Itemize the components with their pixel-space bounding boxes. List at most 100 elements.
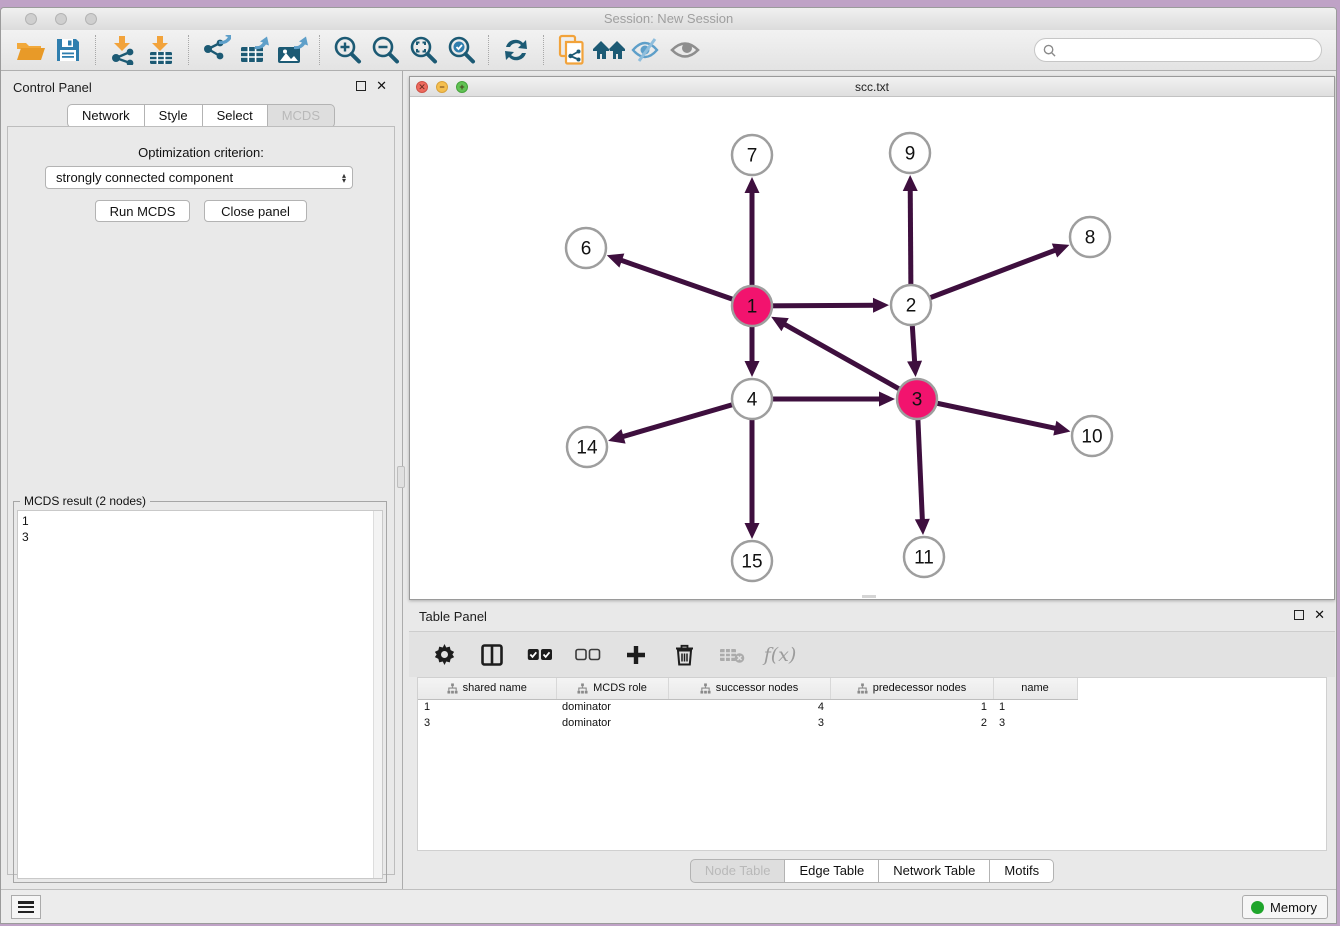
node-11[interactable]: 11 xyxy=(904,537,944,577)
import-table-icon[interactable] xyxy=(142,34,180,66)
edge-3-1[interactable] xyxy=(771,317,917,399)
window-title: Session: New Session xyxy=(1,11,1336,26)
column-header-successor-nodes[interactable]: successor nodes xyxy=(668,678,830,699)
column-header-MCDS-role[interactable]: MCDS role xyxy=(556,678,668,699)
float-panel-icon[interactable] xyxy=(356,81,366,91)
cell-successor-nodes[interactable]: 4 xyxy=(668,699,830,715)
show-all-icon[interactable] xyxy=(666,34,704,66)
window-titlebar: Session: New Session xyxy=(1,8,1336,30)
cell-name[interactable]: 3 xyxy=(993,715,1077,731)
cell-name[interactable]: 1 xyxy=(993,699,1077,715)
edge-4-14[interactable] xyxy=(608,399,752,444)
mcds-result-list[interactable]: 1 3 xyxy=(17,510,383,879)
node-table[interactable]: shared nameMCDS rolesuccessor nodesprede… xyxy=(417,677,1327,851)
select-all-rows-icon[interactable] xyxy=(527,642,553,668)
svg-text:4: 4 xyxy=(747,390,758,411)
column-header-predecessor-nodes[interactable]: predecessor nodes xyxy=(830,678,993,699)
refresh-layout-icon[interactable] xyxy=(497,34,535,66)
node-9[interactable]: 9 xyxy=(890,133,930,173)
delete-column-icon[interactable] xyxy=(671,642,697,668)
edge-2-8[interactable] xyxy=(911,243,1069,305)
result-scrollbar[interactable] xyxy=(373,511,382,878)
close-panel-icon[interactable]: ✕ xyxy=(376,81,387,91)
table-row[interactable]: 1dominator411 xyxy=(418,699,1077,715)
tab-network-table[interactable]: Network Table xyxy=(879,859,990,883)
node-6[interactable]: 6 xyxy=(566,228,606,268)
node-1[interactable]: 1 xyxy=(732,286,772,326)
search-box[interactable] xyxy=(1034,38,1322,62)
zoom-fit-icon[interactable] xyxy=(404,34,442,66)
tab-style[interactable]: Style xyxy=(145,104,203,128)
cell-MCDS-role[interactable]: dominator xyxy=(556,699,668,715)
canvas-resize-handle[interactable] xyxy=(862,595,876,598)
hide-selected-icon[interactable] xyxy=(628,34,666,66)
control-panel-title: Control Panel xyxy=(13,80,92,95)
zoom-selected-icon[interactable] xyxy=(442,34,480,66)
cell-shared-name[interactable]: 3 xyxy=(418,715,556,731)
network-window-titlebar[interactable]: ✕ − + scc.txt xyxy=(410,77,1334,97)
tab-edge-table[interactable]: Edge Table xyxy=(785,859,879,883)
import-network-icon[interactable] xyxy=(104,34,142,66)
search-input[interactable] xyxy=(1060,43,1321,57)
cell-MCDS-role[interactable]: dominator xyxy=(556,715,668,731)
tab-motifs[interactable]: Motifs xyxy=(990,859,1054,883)
node-2[interactable]: 2 xyxy=(891,285,931,325)
column-chooser-icon[interactable] xyxy=(479,642,505,668)
close-panel-button[interactable]: Close panel xyxy=(204,200,307,222)
save-icon[interactable] xyxy=(49,34,87,66)
cell-predecessor-nodes[interactable]: 1 xyxy=(830,699,993,715)
table-row[interactable]: 3dominator323 xyxy=(418,715,1077,731)
tab-mcds[interactable]: MCDS xyxy=(268,104,335,128)
first-neighbors-icon[interactable] xyxy=(590,34,628,66)
memory-label: Memory xyxy=(1270,900,1317,915)
settings-gear-icon[interactable] xyxy=(431,642,457,668)
node-4[interactable]: 4 xyxy=(732,379,772,419)
export-table-icon[interactable] xyxy=(235,34,273,66)
svg-text:7: 7 xyxy=(747,146,758,167)
memory-button[interactable]: Memory xyxy=(1242,895,1328,919)
edge-3-10[interactable] xyxy=(917,399,1070,435)
float-table-panel-icon[interactable] xyxy=(1294,610,1304,620)
node-14[interactable]: 14 xyxy=(567,427,607,467)
cell-successor-nodes[interactable]: 3 xyxy=(668,715,830,731)
task-history-button[interactable] xyxy=(11,895,41,919)
cell-shared-name[interactable]: 1 xyxy=(418,699,556,715)
apply-function-icon[interactable]: f(x) xyxy=(767,642,793,668)
node-15[interactable]: 15 xyxy=(732,541,772,581)
edge-4-3[interactable] xyxy=(752,392,895,407)
add-column-icon[interactable] xyxy=(623,642,649,668)
close-table-panel-icon[interactable]: ✕ xyxy=(1314,610,1325,620)
export-network-icon[interactable] xyxy=(197,34,235,66)
table-panel-tabs: Node TableEdge TableNetwork TableMotifs xyxy=(409,859,1335,883)
node-8[interactable]: 8 xyxy=(1070,217,1110,257)
network-canvas[interactable]: 7 9 6 8 1 2 4 3 14 10 15 11 xyxy=(410,97,1334,599)
network-view-window: ✕ − + scc.txt 7 9 6 8 1 2 4 3 14 10 15 11 xyxy=(409,76,1335,600)
run-mcds-button[interactable]: Run MCDS xyxy=(95,200,190,222)
export-image-icon[interactable] xyxy=(273,34,311,66)
node-10[interactable]: 10 xyxy=(1072,416,1112,456)
optimization-label: Optimization criterion: xyxy=(1,145,401,160)
mcds-result-title: MCDS result (2 nodes) xyxy=(20,494,150,508)
search-icon xyxy=(1043,44,1056,57)
svg-text:11: 11 xyxy=(914,548,934,569)
node-7[interactable]: 7 xyxy=(732,135,772,175)
flow-icon xyxy=(447,683,458,694)
panel-splitter[interactable] xyxy=(402,71,403,889)
deselect-all-rows-icon[interactable] xyxy=(575,642,601,668)
criterion-dropdown[interactable]: strongly connected component ▴▾ xyxy=(45,166,353,189)
cell-predecessor-nodes[interactable]: 2 xyxy=(830,715,993,731)
tab-select[interactable]: Select xyxy=(203,104,268,128)
edge-1-6[interactable] xyxy=(607,253,752,306)
tab-network[interactable]: Network xyxy=(67,104,145,128)
criterion-value: strongly connected component xyxy=(56,170,233,185)
clone-network-icon[interactable] xyxy=(552,34,590,66)
zoom-in-icon[interactable] xyxy=(328,34,366,66)
splitter-grip[interactable] xyxy=(397,466,405,488)
tab-node-table[interactable]: Node Table xyxy=(690,859,786,883)
column-header-name[interactable]: name xyxy=(993,678,1077,699)
node-3[interactable]: 3 xyxy=(897,379,937,419)
delete-table-icon[interactable] xyxy=(719,642,745,668)
open-folder-icon[interactable] xyxy=(11,34,49,66)
zoom-out-icon[interactable] xyxy=(366,34,404,66)
column-header-shared-name[interactable]: shared name xyxy=(418,678,556,699)
